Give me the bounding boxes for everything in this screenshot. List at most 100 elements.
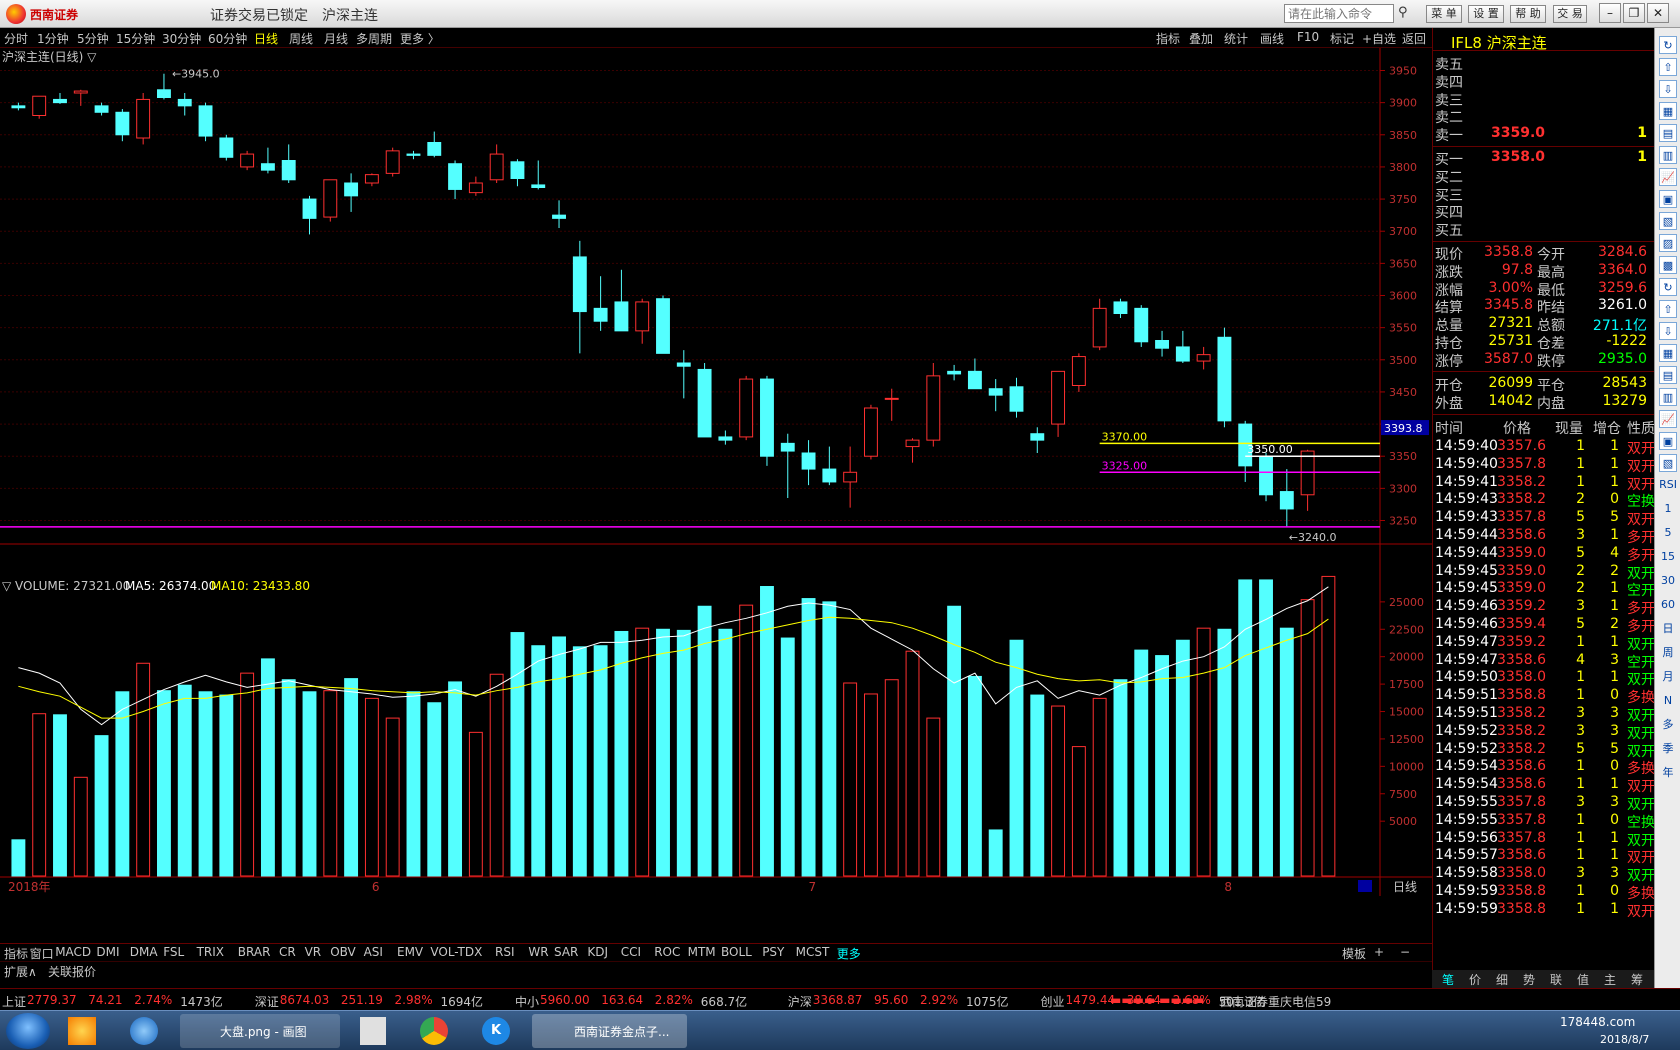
- candle[interactable]: [448, 163, 463, 190]
- indicator-tab[interactable]: PSY: [762, 945, 784, 959]
- volume-bar[interactable]: [198, 691, 213, 877]
- minimize-icon[interactable]: –: [1599, 3, 1621, 23]
- period-tab[interactable]: 分时: [4, 30, 28, 47]
- indicator-tab[interactable]: FSL: [163, 945, 184, 959]
- chrome-icon[interactable]: [420, 1017, 448, 1045]
- tool-icon[interactable]: ↻: [1659, 278, 1677, 296]
- volume-bar[interactable]: [1030, 694, 1045, 877]
- indicator-tab[interactable]: DMI: [96, 945, 119, 959]
- period-shortcut[interactable]: RSI: [1659, 476, 1677, 494]
- volume-bar[interactable]: [1196, 627, 1211, 877]
- volume-bar[interactable]: [427, 702, 442, 877]
- trade-button[interactable]: 交 易: [1553, 5, 1587, 23]
- tool-icon[interactable]: 📈: [1659, 168, 1677, 186]
- candle[interactable]: [926, 375, 941, 441]
- candle[interactable]: [510, 161, 525, 179]
- tool-icon[interactable]: ▣: [1659, 432, 1677, 450]
- volume-bar[interactable]: [448, 681, 463, 877]
- indicator-tab[interactable]: DMA: [130, 945, 158, 959]
- task-paint[interactable]: 大盘.png - 画图: [180, 1014, 340, 1048]
- volume-bar[interactable]: [1155, 655, 1169, 877]
- close-icon[interactable]: ✕: [1647, 3, 1669, 23]
- volume-bar[interactable]: [281, 679, 296, 877]
- period-shortcut[interactable]: 月: [1659, 668, 1677, 686]
- volume-bar[interactable]: [593, 645, 608, 877]
- candle[interactable]: [822, 468, 837, 483]
- period-shortcut[interactable]: 年: [1659, 764, 1677, 782]
- candle[interactable]: [884, 397, 899, 400]
- period-tab[interactable]: 15分钟: [116, 30, 155, 47]
- candle[interactable]: [760, 378, 774, 457]
- candle[interactable]: [406, 153, 421, 156]
- volume-bar[interactable]: [905, 650, 920, 877]
- candle[interactable]: [1071, 356, 1086, 387]
- indicator-tab[interactable]: RSI: [495, 945, 515, 959]
- tool-icon[interactable]: ▥: [1659, 146, 1677, 164]
- volume-bar[interactable]: [1009, 639, 1024, 877]
- candle[interactable]: [739, 378, 754, 438]
- volume-bar[interactable]: [385, 717, 400, 877]
- period-shortcut[interactable]: 周: [1659, 644, 1677, 662]
- volume-bar[interactable]: [1051, 705, 1066, 877]
- volume-bar[interactable]: [1300, 599, 1315, 877]
- help-button[interactable]: 帮 助: [1510, 5, 1546, 23]
- restore-icon[interactable]: ❐: [1623, 3, 1645, 23]
- tool-icon[interactable]: ▦: [1659, 102, 1677, 120]
- indicator-tab[interactable]: SAR: [554, 945, 578, 959]
- candle[interactable]: [344, 182, 359, 197]
- volume-bar[interactable]: [739, 604, 754, 877]
- period-shortcut[interactable]: N: [1659, 692, 1677, 710]
- volume-bar[interactable]: [718, 628, 733, 877]
- volume-bar[interactable]: [531, 645, 546, 877]
- candle[interactable]: [115, 111, 130, 136]
- candle[interactable]: [1113, 301, 1128, 315]
- tool-icon[interactable]: ⇧: [1659, 58, 1677, 76]
- candle[interactable]: [1134, 307, 1149, 343]
- indicator-tab[interactable]: ASI: [364, 945, 383, 959]
- candle[interactable]: [1175, 346, 1190, 362]
- candle[interactable]: [1092, 307, 1107, 348]
- indicator-tab[interactable]: MCST: [796, 945, 830, 959]
- quote-view-tab[interactable]: 笔: [1442, 971, 1454, 988]
- candle[interactable]: [656, 298, 670, 354]
- candle[interactable]: [1051, 370, 1066, 425]
- candle[interactable]: [552, 214, 566, 219]
- candle[interactable]: [947, 370, 962, 375]
- volume-bar[interactable]: [260, 658, 275, 877]
- volume-bar[interactable]: [115, 691, 130, 877]
- indicator-tab[interactable]: TRIX: [197, 945, 224, 959]
- volume-bar[interactable]: [801, 598, 816, 877]
- candle[interactable]: [302, 198, 317, 219]
- candle[interactable]: [157, 89, 171, 98]
- indicator-tab[interactable]: MTM: [688, 945, 716, 959]
- candle[interactable]: [53, 98, 67, 104]
- candle[interactable]: [260, 163, 275, 171]
- volume-bar[interactable]: [364, 697, 379, 877]
- candle[interactable]: [1009, 386, 1024, 412]
- candle[interactable]: [1196, 354, 1211, 362]
- related-quote-tab[interactable]: 关联报价: [48, 963, 96, 980]
- period-tab[interactable]: 60分钟: [208, 30, 247, 47]
- volume-bar[interactable]: [1175, 639, 1190, 877]
- volume-bar[interactable]: [572, 646, 587, 877]
- volume-bar[interactable]: [468, 731, 483, 877]
- indicator-tab[interactable]: BOLL: [721, 945, 752, 959]
- candle[interactable]: [635, 301, 650, 332]
- volume-bar[interactable]: [1092, 697, 1107, 877]
- period-shortcut[interactable]: 1: [1659, 500, 1677, 518]
- volume-bar[interactable]: [489, 673, 504, 877]
- volume-bar[interactable]: [843, 682, 858, 877]
- volume-bar[interactable]: [552, 636, 566, 877]
- kline-chart[interactable]: 沪深主连(日线) ▽ ▽ VOLUME: 27321.00 MA5: 26374…: [0, 48, 1432, 943]
- candle[interactable]: [427, 142, 442, 156]
- quote-view-tab[interactable]: 值: [1577, 971, 1589, 988]
- candle[interactable]: [198, 105, 213, 137]
- volume-bar[interactable]: [510, 632, 525, 877]
- candle[interactable]: [136, 98, 151, 139]
- volume-bar[interactable]: [656, 628, 670, 877]
- volume-bar[interactable]: [240, 672, 255, 877]
- volume-bar[interactable]: [344, 678, 359, 877]
- volume-bar[interactable]: [614, 630, 629, 877]
- volume-bar[interactable]: [676, 629, 691, 877]
- indicator-tab[interactable]: WR: [528, 945, 548, 959]
